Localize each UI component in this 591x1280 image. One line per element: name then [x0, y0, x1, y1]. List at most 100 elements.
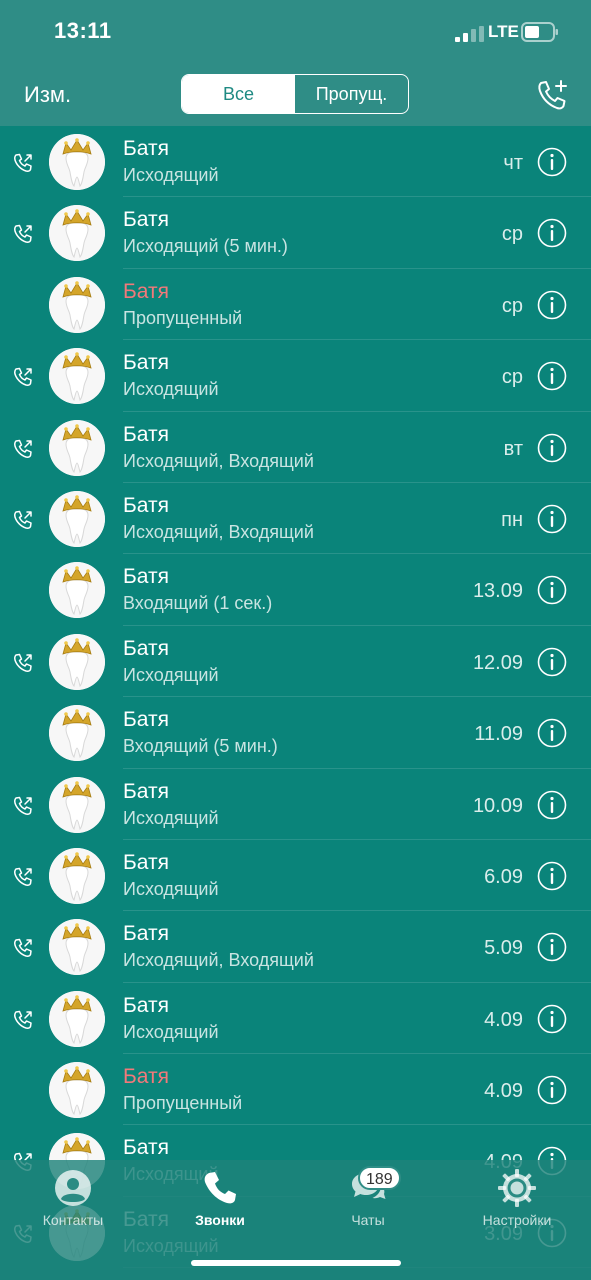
info-icon[interactable]	[537, 361, 567, 391]
avatar	[49, 705, 105, 762]
status-bar: 13:11 LTE	[0, 0, 591, 66]
avatar	[49, 776, 105, 833]
info-icon[interactable]	[537, 504, 567, 534]
avatar	[49, 1062, 105, 1119]
call-row[interactable]: Батя Исходящий 10.09	[0, 769, 591, 840]
caller-name: Батя	[123, 1136, 169, 1160]
tab-settings-label: Настройки	[482, 1212, 552, 1228]
caller-name: Батя	[123, 1065, 169, 1089]
caller-name: Батя	[123, 922, 169, 946]
signal-icon	[455, 26, 484, 42]
call-detail: Пропущенный	[123, 307, 243, 328]
avatar	[49, 276, 105, 333]
tab-contacts[interactable]: Контакты	[8, 1160, 138, 1240]
call-row[interactable]: Батя Исходящий, Входящий вт	[0, 412, 591, 483]
avatar	[49, 562, 105, 619]
outgoing-call-icon	[14, 225, 32, 244]
info-icon[interactable]	[537, 433, 567, 463]
call-row[interactable]: Батя Исходящий, Входящий пн	[0, 483, 591, 555]
call-row[interactable]: Батя Исходящий 6.09	[0, 840, 591, 912]
battery-icon	[521, 22, 558, 42]
call-date: чт	[503, 152, 523, 174]
call-row[interactable]: Батя Пропущенный ср	[0, 269, 591, 341]
call-row[interactable]: Батя Исходящий ср	[0, 340, 591, 412]
home-indicator	[191, 1260, 401, 1266]
outgoing-call-icon	[14, 153, 32, 172]
call-detail: Исходящий	[123, 1021, 219, 1042]
outgoing-call-icon	[14, 867, 32, 886]
tab-settings[interactable]: Настройки	[452, 1160, 582, 1240]
call-row[interactable]: Батя Исходящий 4.09	[0, 983, 591, 1055]
caller-name: Батя	[123, 279, 169, 303]
caller-name: Батя	[123, 779, 169, 803]
outgoing-call-icon	[14, 510, 32, 529]
outgoing-call-icon	[14, 939, 32, 958]
outgoing-call-icon	[14, 653, 32, 672]
call-detail: Входящий (1 сек.)	[123, 593, 273, 614]
outgoing-call-icon	[14, 796, 32, 815]
call-row[interactable]: Батя Исходящий чт	[0, 126, 591, 198]
call-row[interactable]: Батя Исходящий, Входящий 5.09	[0, 911, 591, 983]
network-type: LTE	[488, 22, 519, 41]
call-row[interactable]: Батя Исходящий (5 мин.) ср	[0, 197, 591, 269]
unread-chats-badge: 189	[358, 1166, 401, 1190]
call-detail: Исходящий	[123, 664, 219, 685]
call-date: 4.09	[484, 1080, 523, 1103]
outgoing-call-icon	[14, 367, 32, 387]
nav-bar: Изм. Все Пропущ.	[0, 66, 591, 126]
info-icon[interactable]	[537, 1004, 567, 1034]
tab-calls-label: Звонки	[195, 1212, 245, 1228]
call-detail: Исходящий, Входящий	[123, 450, 314, 471]
avatar	[49, 348, 105, 405]
call-detail: Исходящий	[123, 165, 219, 185]
call-date: 5.09	[484, 937, 523, 960]
avatar	[49, 419, 105, 476]
info-icon[interactable]	[537, 147, 567, 177]
tab-calls[interactable]: Звонки	[155, 1160, 285, 1240]
tab-chats-label: Чаты	[351, 1212, 385, 1228]
edit-button[interactable]: Изм.	[24, 82, 71, 108]
info-icon[interactable]	[537, 718, 567, 748]
caller-name: Батя	[123, 493, 169, 517]
info-icon[interactable]	[537, 575, 567, 605]
call-date: ср	[501, 366, 523, 389]
call-list: Батя Исходящий чт Батя Исходящий (5 мин.) ср Б…	[0, 126, 591, 1269]
call-date: 13.09	[472, 580, 523, 603]
phone-icon	[204, 1172, 236, 1204]
add-call-icon[interactable]	[535, 78, 571, 114]
segment-missed[interactable]: Пропущ.	[295, 75, 408, 113]
info-icon[interactable]	[537, 1075, 567, 1105]
settings-icon	[498, 1169, 536, 1207]
info-icon[interactable]	[537, 790, 567, 820]
avatar	[49, 847, 105, 904]
caller-name: Батя	[123, 351, 169, 375]
avatar	[49, 633, 105, 690]
info-icon[interactable]	[537, 647, 567, 677]
call-date: 12.09	[472, 651, 523, 674]
call-detail: Входящий (5 мин.)	[123, 736, 278, 757]
call-date: ср	[501, 294, 523, 317]
call-row[interactable]: Батя Входящий (1 сек.) 13.09	[0, 554, 591, 626]
info-icon[interactable]	[537, 932, 567, 962]
tab-contacts-label: Контакты	[42, 1212, 104, 1228]
call-row[interactable]: Батя Исходящий 12.09	[0, 626, 591, 698]
status-time: 13:11	[54, 18, 112, 43]
call-date: 6.09	[484, 865, 523, 888]
caller-name: Батя	[123, 636, 169, 660]
call-detail: Исходящий (5 мин.)	[123, 236, 288, 257]
info-icon[interactable]	[537, 218, 567, 248]
call-row[interactable]: Батя Пропущенный 4.09	[0, 1054, 591, 1126]
call-detail: Исходящий, Входящий	[123, 521, 314, 542]
caller-name: Батя	[123, 993, 169, 1017]
caller-name: Батя	[123, 137, 169, 160]
call-date: 4.09	[484, 1008, 523, 1031]
segment-all[interactable]: Все	[182, 75, 295, 113]
info-icon[interactable]	[537, 861, 567, 891]
call-row[interactable]: Батя Входящий (5 мин.) 11.09	[0, 697, 591, 769]
call-detail: Исходящий, Входящий	[123, 950, 314, 971]
info-icon[interactable]	[537, 290, 567, 320]
caller-name: Батя	[123, 565, 169, 589]
avatar	[49, 919, 105, 976]
call-detail: Исходящий	[123, 807, 219, 828]
call-date: 10.09	[472, 794, 523, 817]
